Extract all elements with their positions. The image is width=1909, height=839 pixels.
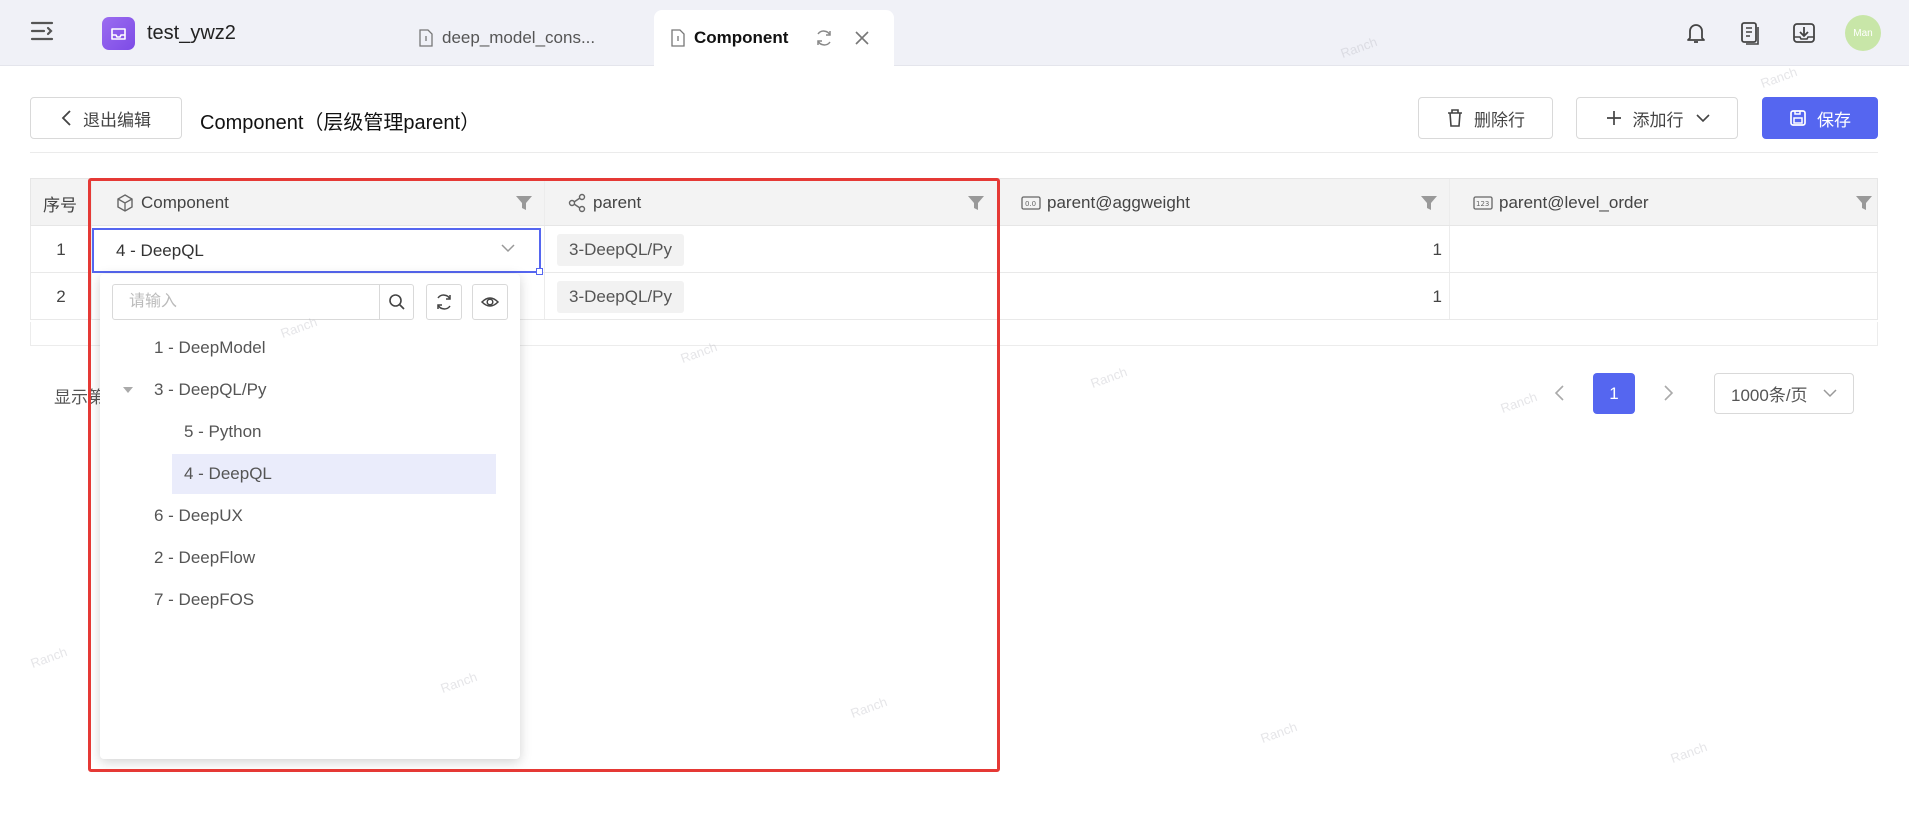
page-title: Component（层级管理parent） [200,112,481,134]
column-header-parent[interactable]: parent [567,179,641,227]
component-select[interactable]: 4 - DeepQL [92,228,543,275]
column-header-index: 序号 [43,195,77,215]
column-header-level-order[interactable]: 123 parent@level_order [1473,179,1649,227]
tree-item-deepux[interactable]: 6 - DeepUX [154,496,474,536]
tree-item-deepflow[interactable]: 2 - DeepFlow [154,538,474,578]
save-icon [1790,110,1806,126]
prev-page-icon[interactable] [1548,381,1572,405]
svg-text:123: 123 [1476,200,1489,208]
delete-row-button[interactable]: 删除行 [1418,97,1553,139]
table-header: 序号 Component parent 0.0 parent@aggweight… [30,178,1878,226]
chevron-left-icon [61,110,71,126]
svg-text:0.0: 0.0 [1025,200,1036,208]
download-inbox-icon[interactable] [1791,20,1819,48]
bell-icon[interactable] [1683,20,1711,48]
avatar[interactable]: Man [1845,15,1881,51]
aggweight-cell[interactable]: 1 [997,226,1442,273]
file-icon [419,29,433,47]
page-size-select[interactable]: 1000条/页 [1714,373,1854,414]
number-field-icon: 0.0 [1021,196,1041,210]
cube-icon [117,194,133,212]
save-label: 保存 [1817,110,1851,130]
tree-item-deepql[interactable]: 4 - DeepQL [172,454,496,494]
page-1-button[interactable]: 1 [1593,373,1635,414]
watermark: Ranch [28,644,70,671]
app-name: test_ywz2 [147,22,236,44]
add-row-label: 添加行 [1632,110,1684,130]
tab-deep-model-cons[interactable]: deep_model_cons... [416,10,646,66]
watermark: Ranch [848,694,890,721]
chevron-down-icon [501,244,515,253]
tree-item-deepql-py[interactable]: 3 - DeepQL/Py [154,370,474,410]
exit-edit-label: 退出编辑 [83,110,151,130]
delete-row-label: 删除行 [1474,110,1525,130]
trash-icon [1448,109,1462,127]
watermark: Ranch [1758,64,1800,91]
component-dropdown-panel: 1 - DeepModel 3 - DeepQL/Py 5 - Python 4… [100,274,520,759]
pagination-summary: 显示第 [54,388,105,407]
watermark: Ranch [1088,364,1130,391]
level-order-cell[interactable] [1449,273,1879,320]
refresh-icon[interactable] [814,28,834,48]
component-select-value: 4 - DeepQL [116,240,204,260]
parent-cell[interactable]: 3-DeepQL/Py [557,226,684,273]
parent-cell[interactable]: 3-DeepQL/Py [557,273,684,320]
watermark: Ranch [1258,719,1300,746]
chevron-down-icon [1695,114,1710,123]
integer-field-icon: 123 [1473,196,1493,210]
document-list-icon[interactable] [1737,20,1765,48]
page-size-label: 1000条/页 [1731,386,1808,405]
filter-icon[interactable] [1420,194,1438,212]
eye-icon[interactable] [472,284,508,320]
exit-edit-button[interactable]: 退出编辑 [30,97,182,139]
add-row-button[interactable]: 添加行 [1576,97,1738,139]
filter-icon[interactable] [1855,194,1873,212]
file-icon [671,29,685,47]
chevron-down-icon [1823,389,1837,398]
next-page-icon[interactable] [1656,381,1680,405]
search-icon[interactable] [379,284,414,320]
watermark: Ranch [1498,389,1540,416]
filter-icon[interactable] [967,194,985,212]
watermark: Ranch [1668,739,1710,766]
column-header-component[interactable]: Component [115,179,229,227]
cell-resize-handle[interactable] [536,268,543,275]
tab-label: deep_model_cons... [442,28,596,47]
divider [30,152,1878,153]
menu-toggle-icon[interactable] [30,20,62,48]
top-bar: test_ywz2 deep_model_cons... Component M… [0,0,1909,66]
close-icon[interactable] [852,28,872,48]
save-button[interactable]: 保存 [1762,97,1878,139]
tab-component[interactable]: Component [654,10,894,66]
plus-icon [1606,111,1621,125]
refresh-icon[interactable] [426,284,462,320]
aggweight-cell[interactable]: 1 [997,273,1442,320]
level-order-cell[interactable] [1449,226,1879,273]
tree-item-deepmodel[interactable]: 1 - DeepModel [154,328,474,368]
tab-label: Component [694,28,789,47]
column-header-aggweight[interactable]: 0.0 parent@aggweight [1021,179,1190,227]
row-index: 2 [56,286,66,306]
app-logo [102,17,135,50]
caret-down-icon[interactable] [120,382,136,398]
tree-item-deepfos[interactable]: 7 - DeepFOS [154,580,474,620]
dropdown-search-input[interactable] [112,284,380,320]
share-node-icon [568,193,586,213]
filter-icon[interactable] [515,194,533,212]
parent-tag: 3-DeepQL/Py [557,233,684,266]
row-index: 1 [56,239,66,259]
parent-tag: 3-DeepQL/Py [557,280,684,313]
tree-item-python[interactable]: 5 - Python [172,412,496,452]
